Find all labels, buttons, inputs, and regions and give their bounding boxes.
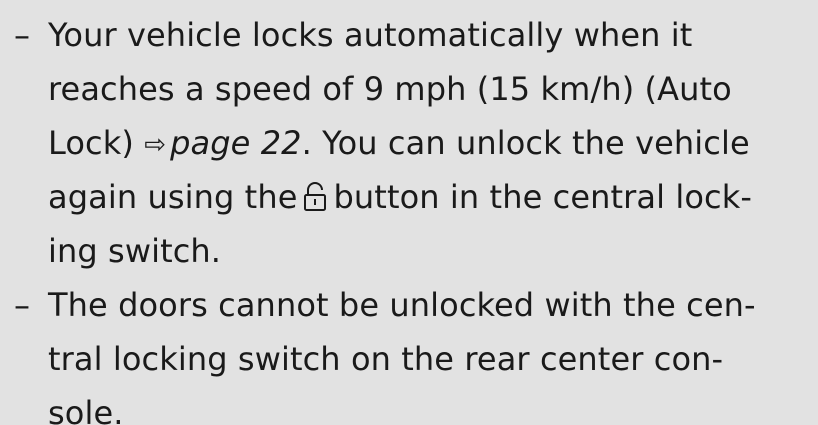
bullet-dash: –: [14, 286, 30, 324]
text-line: The doors cannot be unlocked with the ce…: [48, 278, 756, 332]
text-span: Lock): [48, 124, 134, 162]
bullet-dash: –: [14, 16, 30, 54]
text-line: again using the button in the central lo…: [48, 170, 752, 224]
text-line: Lock) ⇨ page 22. You can unlock the vehic…: [48, 116, 750, 170]
unlock-icon: [300, 180, 330, 214]
text-span: reaches a speed of 9 mph (15 km/h) (Auto: [48, 70, 732, 108]
manual-page: – Your vehicle locks automatically when …: [0, 0, 818, 425]
text-line: ing switch.: [48, 224, 221, 278]
text-span: Your vehicle locks automatically when it: [48, 16, 693, 54]
page-reference-link[interactable]: page 22: [170, 124, 302, 162]
text-span: ing switch.: [48, 232, 222, 270]
text-line: reaches a speed of 9 mph (15 km/h) (Auto: [48, 62, 732, 116]
cross-reference-arrow-icon: ⇨: [144, 130, 167, 160]
text-span: tral locking switch on the rear center c…: [48, 340, 724, 378]
text-span: again using the: [48, 178, 298, 216]
text-line: sole.: [48, 386, 124, 425]
text-span: sole.: [48, 394, 124, 425]
text-span: The doors cannot be unlocked with the ce…: [48, 286, 756, 324]
text-span: . You can unlock the vehicle: [301, 124, 750, 162]
text-span: button in the central lock-: [333, 178, 753, 216]
text-line: Your vehicle locks automatically when it: [48, 8, 692, 62]
text-line: tral locking switch on the rear center c…: [48, 332, 723, 386]
